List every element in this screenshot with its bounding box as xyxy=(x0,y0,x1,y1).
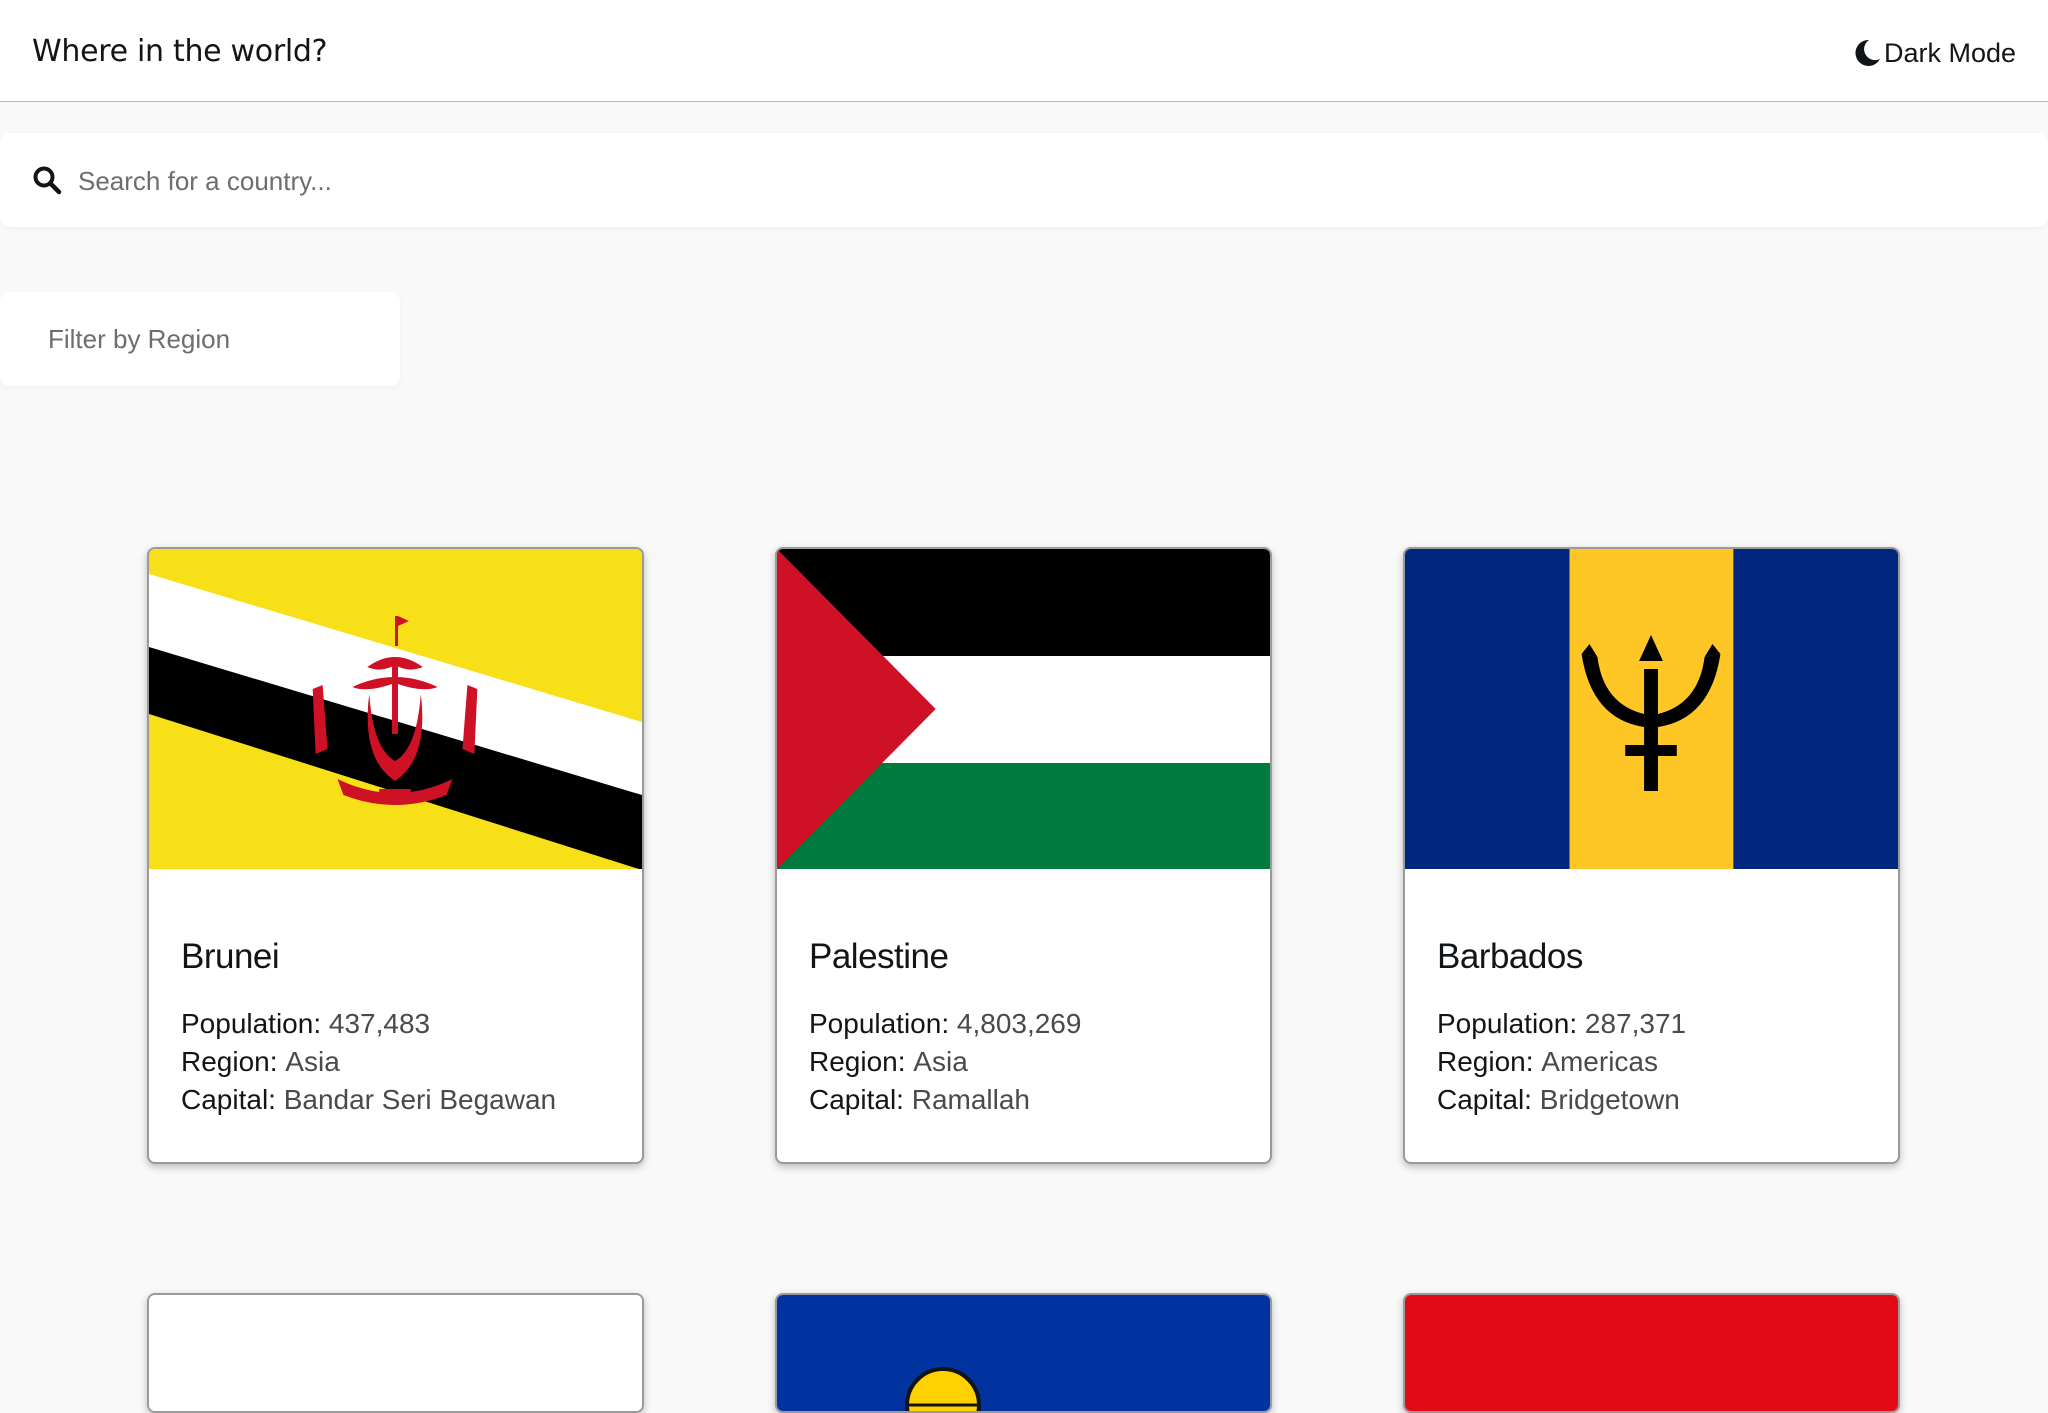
region-row: Region: Asia xyxy=(809,1043,968,1081)
population-label: Population: xyxy=(809,1008,950,1039)
country-card-barbados[interactable]: Barbados Population: 287,371 Region: Ame… xyxy=(1403,547,1900,1164)
capital-row: Capital: Ramallah xyxy=(809,1081,1030,1119)
search-bar xyxy=(0,133,2048,227)
barbados-flag-icon xyxy=(1405,549,1898,869)
population-value: 287,371 xyxy=(1584,1008,1687,1039)
country-card-partial-1[interactable] xyxy=(147,1293,644,1413)
region-label: Region: xyxy=(1437,1046,1534,1077)
region-label: Region: xyxy=(809,1046,906,1077)
region-label: Region: xyxy=(181,1046,278,1077)
flag-image xyxy=(149,1295,642,1411)
capital-row: Capital: Bridgetown xyxy=(1437,1081,1680,1119)
country-card-partial-3[interactable] xyxy=(1403,1293,1900,1413)
app-title: Where in the world? xyxy=(32,34,328,69)
capital-label: Capital: xyxy=(181,1084,276,1115)
population-row: Population: 287,371 xyxy=(1437,1005,1686,1043)
region-value: Asia xyxy=(913,1046,968,1077)
population-value: 437,483 xyxy=(328,1008,431,1039)
country-name: Brunei xyxy=(181,937,280,976)
country-name: Barbados xyxy=(1437,937,1583,976)
capital-value: Bandar Seri Begawan xyxy=(283,1084,557,1115)
flag-image xyxy=(777,1295,1270,1411)
population-value: 4,803,269 xyxy=(956,1008,1082,1039)
capital-value: Bridgetown xyxy=(1539,1084,1680,1115)
country-card-brunei[interactable]: Brunei Population: 437,483 Region: Asia … xyxy=(147,547,644,1164)
capital-row: Capital: Bandar Seri Begawan xyxy=(181,1081,556,1119)
capital-label: Capital: xyxy=(1437,1084,1532,1115)
country-card-palestine[interactable]: Palestine Population: 4,803,269 Region: … xyxy=(775,547,1272,1164)
dark-mode-label: Dark Mode xyxy=(1883,38,2016,68)
palestine-flag-icon xyxy=(777,549,1270,869)
region-value: Asia xyxy=(285,1046,340,1077)
brunei-flag-icon xyxy=(149,549,642,869)
region-row: Region: Asia xyxy=(181,1043,340,1081)
population-label: Population: xyxy=(1437,1008,1578,1039)
country-name: Palestine xyxy=(809,937,949,976)
flag-image xyxy=(1405,1295,1898,1411)
region-row: Region: Americas xyxy=(1437,1043,1658,1081)
dark-mode-toggle[interactable]: Dark Mode xyxy=(1852,33,2016,73)
population-row: Population: 4,803,269 xyxy=(809,1005,1081,1043)
country-card-partial-2[interactable] xyxy=(775,1293,1272,1413)
population-label: Population: xyxy=(181,1008,322,1039)
capital-value: Ramallah xyxy=(911,1084,1030,1115)
capital-label: Capital: xyxy=(809,1084,904,1115)
region-filter-label: Filter by Region xyxy=(48,324,231,354)
moon-icon xyxy=(1852,38,1882,68)
region-filter-dropdown[interactable]: Filter by Region xyxy=(0,292,400,386)
search-input[interactable] xyxy=(76,155,1980,207)
search-icon xyxy=(32,165,62,195)
population-row: Population: 437,483 xyxy=(181,1005,430,1043)
app-header: Where in the world? Dark Mode xyxy=(0,0,2048,102)
region-value: Americas xyxy=(1541,1046,1658,1077)
